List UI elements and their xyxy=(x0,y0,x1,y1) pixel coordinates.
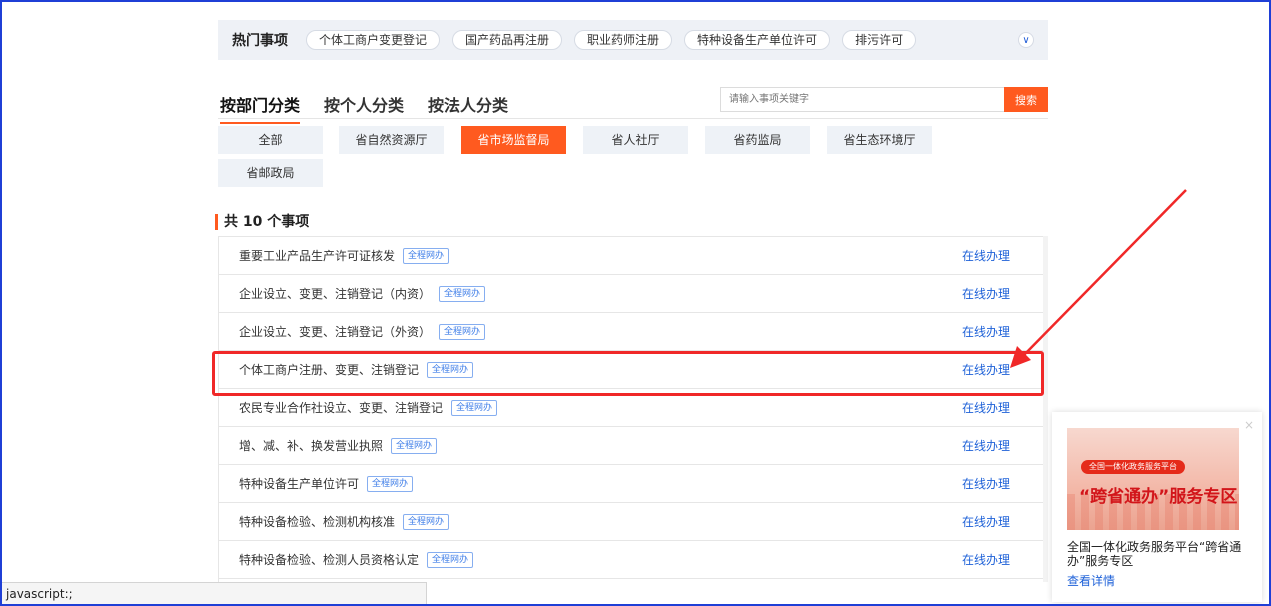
search-input[interactable] xyxy=(720,87,1004,112)
hot-tag[interactable]: 特种设备生产单位许可 xyxy=(684,30,831,50)
online-handle-link[interactable]: 在线办理 xyxy=(962,503,1010,541)
online-handle-link[interactable]: 在线办理 xyxy=(962,275,1010,313)
hot-tag[interactable]: 国产药品再注册 xyxy=(452,30,563,50)
promo-pill: 全国一体化政务服务平台 xyxy=(1081,460,1185,474)
online-handle-link[interactable]: 在线办理 xyxy=(962,427,1010,465)
item-name: 特种设备检验、检测机构核准 xyxy=(239,515,396,529)
promo-headline: “跨省通办”服务专区 xyxy=(1079,487,1238,507)
dept-all[interactable]: 全部 xyxy=(218,126,323,154)
online-handle-link[interactable]: 在线办理 xyxy=(962,541,1010,579)
item-name: 企业设立、变更、注销登记（外资） xyxy=(239,325,432,339)
list-item: 重要工业产品生产许可证核发 全程网办 在线办理 xyxy=(219,237,1043,275)
item-name: 特种设备生产单位许可 xyxy=(239,477,360,491)
dept-market-supervision[interactable]: 省市场监督局 xyxy=(461,126,566,154)
status-badge: 全程网办 xyxy=(439,323,486,340)
item-name: 农民专业合作社设立、变更、注销登记 xyxy=(239,401,444,415)
list-item: 企业设立、变更、注销登记（外资） 全程网办 在线办理 xyxy=(219,313,1043,351)
status-badge: 全程网办 xyxy=(451,399,498,416)
promo-description: 全国一体化政务服务平台“跨省通办”服务专区 xyxy=(1067,540,1242,568)
list-item: 企业设立、变更、注销登记（内资） 全程网办 在线办理 xyxy=(219,275,1043,313)
status-badge: 全程网办 xyxy=(439,285,486,302)
hot-items-title: 热门事项 xyxy=(232,33,288,49)
hot-tag[interactable]: 排污许可 xyxy=(842,30,917,50)
tabs-divider xyxy=(218,118,1048,119)
item-count: 共 10 个事项 xyxy=(215,214,309,230)
tab-by-individual[interactable]: 按个人分类 xyxy=(324,92,404,124)
item-name: 特种设备检验、检测人员资格认定 xyxy=(239,553,420,567)
item-name: 增、减、补、换发营业执照 xyxy=(239,439,384,453)
online-handle-link[interactable]: 在线办理 xyxy=(962,237,1010,275)
dept-human-resources[interactable]: 省人社厅 xyxy=(583,126,688,154)
dept-drug-administration[interactable]: 省药监局 xyxy=(705,126,810,154)
list-item: 特种设备生产单位许可 全程网办 在线办理 xyxy=(219,465,1043,503)
tab-by-legal-entity[interactable]: 按法人分类 xyxy=(428,92,508,124)
list-item: 特种设备检验、检测机构核准 全程网办 在线办理 xyxy=(219,503,1043,541)
promo-card: × 全国一体化政务服务平台 “跨省通办”服务专区 全国一体化政务服务平台“跨省通… xyxy=(1052,412,1262,602)
status-badge: 全程网办 xyxy=(403,247,450,264)
dept-ecology-environment[interactable]: 省生态环境厅 xyxy=(827,126,932,154)
highlight-box xyxy=(212,351,1044,396)
search-button[interactable]: 搜索 xyxy=(1004,87,1048,112)
hot-tag[interactable]: 职业药师注册 xyxy=(574,30,673,50)
status-badge: 全程网办 xyxy=(427,551,474,568)
online-handle-link[interactable]: 在线办理 xyxy=(962,465,1010,503)
promo-banner[interactable]: 全国一体化政务服务平台 “跨省通办”服务专区 xyxy=(1067,428,1239,530)
list-item: 特种设备检验、检测人员资格认定 全程网办 在线办理 xyxy=(219,541,1043,579)
item-name: 重要工业产品生产许可证核发 xyxy=(239,249,396,263)
dept-natural-resources[interactable]: 省自然资源厅 xyxy=(339,126,444,154)
status-badge: 全程网办 xyxy=(391,437,438,454)
promo-details-link[interactable]: 查看详情 xyxy=(1067,572,1115,589)
list-item: 增、减、补、换发营业执照 全程网办 在线办理 xyxy=(219,427,1043,465)
online-handle-link[interactable]: 在线办理 xyxy=(962,313,1010,351)
item-name: 企业设立、变更、注销登记（内资） xyxy=(239,287,432,301)
status-badge: 全程网办 xyxy=(367,475,414,492)
chevron-down-icon[interactable]: ∨ xyxy=(1018,32,1034,48)
status-badge: 全程网办 xyxy=(403,513,450,530)
tab-by-department[interactable]: 按部门分类 xyxy=(220,92,301,124)
service-list: 重要工业产品生产许可证核发 全程网办 在线办理 企业设立、变更、注销登记（内资）… xyxy=(218,236,1044,582)
hot-items-bar: 热门事项 个体工商户变更登记 国产药品再注册 职业药师注册 特种设备生产单位许可… xyxy=(218,20,1048,60)
list-scrollbar[interactable] xyxy=(1043,236,1048,582)
hot-tag[interactable]: 个体工商户变更登记 xyxy=(306,30,441,50)
close-icon[interactable]: × xyxy=(1244,418,1254,432)
search-box: 搜索 xyxy=(720,87,1048,112)
browser-status-bar: javascript:; xyxy=(2,582,427,604)
dept-postal[interactable]: 省邮政局 xyxy=(218,159,323,187)
category-tabs: 按部门分类 按个人分类 按法人分类 xyxy=(220,92,532,124)
